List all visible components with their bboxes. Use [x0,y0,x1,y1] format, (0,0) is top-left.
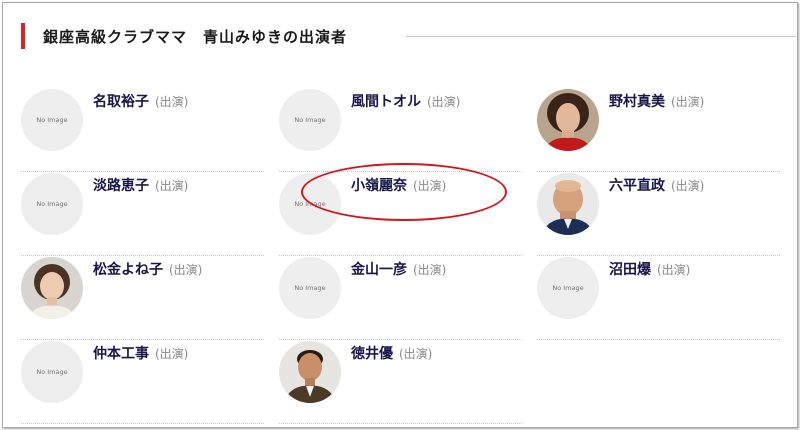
portrait-woman-icon [21,257,83,319]
no-image-placeholder: No Image [294,116,326,124]
cast-item[interactable]: No Image 淡路恵子 (出演) [21,173,264,256]
avatar[interactable] [279,341,341,403]
no-image-placeholder: No Image [552,284,584,292]
cast-role: (出演) [671,95,705,109]
cast-name[interactable]: 六平直政 [609,178,665,194]
cast-item[interactable]: No Image 金山一彦 (出演) [279,257,522,340]
avatar[interactable]: No Image [21,341,83,403]
cast-role: (出演) [671,179,705,193]
portrait-man-bald-icon [537,173,599,235]
cast-role: (出演) [155,347,189,361]
avatar[interactable] [537,173,599,235]
content-frame: 銀座高級クラブママ 青山みゆきの出演者 No Image 名取裕子 (出演) No… [2,2,798,428]
cast-name-link[interactable]: 松金よね子 (出演) [93,259,202,279]
cast-name-link[interactable]: 沼田爆 (出演) [609,259,690,279]
cast-role: (出演) [413,179,447,193]
avatar[interactable]: No Image [21,173,83,235]
cast-name[interactable]: 松金よね子 [93,262,163,278]
cast-name-link[interactable]: 風間トオル (出演) [351,91,460,111]
cast-item[interactable]: 六平直政 (出演) [537,173,780,256]
cast-item[interactable]: No Image 沼田爆 (出演) [537,257,780,340]
heading-divider [406,36,796,37]
cast-name-link[interactable]: 名取裕子 (出演) [93,91,188,111]
avatar[interactable]: No Image [279,257,341,319]
cast-role: (出演) [169,263,203,277]
portrait-man-icon [279,341,341,403]
cast-name[interactable]: 仲本工事 [93,346,149,362]
page-title: 銀座高級クラブママ 青山みゆきの出演者 [43,28,348,46]
avatar[interactable]: No Image [21,89,83,151]
cast-role: (出演) [427,95,461,109]
cast-name[interactable]: 小嶺麗奈 [351,178,407,194]
cast-name-link[interactable]: 仲本工事 (出演) [93,343,188,363]
cast-name-link[interactable]: 六平直政 (出演) [609,175,704,195]
avatar[interactable]: No Image [279,89,341,151]
cast-name-link[interactable]: 淡路恵子 (出演) [93,175,188,195]
cast-name-link[interactable]: 野村真美 (出演) [609,91,704,111]
avatar[interactable]: No Image [279,173,341,235]
cast-name[interactable]: 徳井優 [351,346,393,362]
cast-role: (出演) [413,263,447,277]
cast-role: (出演) [155,95,189,109]
cast-role: (出演) [155,179,189,193]
cast-name[interactable]: 野村真美 [609,94,665,110]
cast-name[interactable]: 沼田爆 [609,262,651,278]
cast-name[interactable]: 名取裕子 [93,94,149,110]
cast-item[interactable]: 野村真美 (出演) [537,89,780,172]
no-image-placeholder: No Image [36,368,68,376]
no-image-placeholder: No Image [294,284,326,292]
cast-item[interactable]: No Image 小嶺麗奈 (出演) [279,173,522,256]
cast-item[interactable]: 徳井優 (出演) [279,341,522,424]
cast-item[interactable]: 松金よね子 (出演) [21,257,264,340]
section-heading: 銀座高級クラブママ 青山みゆきの出演者 [21,23,796,49]
cast-item[interactable]: No Image 風間トオル (出演) [279,89,522,172]
portrait-woman-icon [537,89,599,151]
cast-item[interactable]: No Image 名取裕子 (出演) [21,89,264,172]
cast-name[interactable]: 風間トオル [351,94,421,110]
cast-name-link[interactable]: 小嶺麗奈 (出演) [351,175,446,195]
avatar[interactable] [537,89,599,151]
avatar[interactable] [21,257,83,319]
heading-accent-bar [21,23,25,49]
no-image-placeholder: No Image [294,200,326,208]
cast-name[interactable]: 金山一彦 [351,262,407,278]
cast-item[interactable]: No Image 仲本工事 (出演) [21,341,264,424]
no-image-placeholder: No Image [36,116,68,124]
cast-name-link[interactable]: 徳井優 (出演) [351,343,432,363]
cast-name[interactable]: 淡路恵子 [93,178,149,194]
cast-role: (出演) [657,263,691,277]
no-image-placeholder: No Image [36,200,68,208]
cast-role: (出演) [399,347,433,361]
avatar[interactable]: No Image [537,257,599,319]
cast-name-link[interactable]: 金山一彦 (出演) [351,259,446,279]
